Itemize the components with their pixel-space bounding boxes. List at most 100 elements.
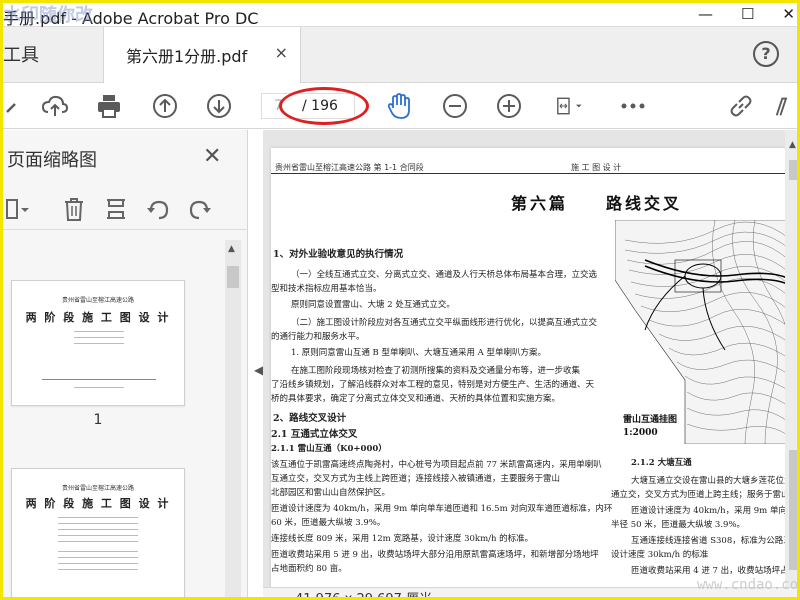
page-thumbnail[interactable]: 贵州省雷山至榕江高速公路 两 阶 段 施 工 图 设 计 (11, 280, 185, 406)
thumbnail-line (58, 529, 138, 530)
fit-page-icon[interactable] (547, 91, 591, 121)
zoom-in-icon[interactable] (493, 91, 525, 121)
highlight-oval-annotation (279, 87, 369, 125)
rotate-ccw-icon[interactable] (143, 194, 173, 224)
thumbnail-line (74, 343, 124, 344)
scroll-thumb[interactable] (789, 160, 797, 180)
window-controls: — ☐ ✕ (698, 5, 795, 23)
paragraph: 原则同意设置雷山、大塘 2 处互通式立交。 (291, 300, 455, 310)
section-heading: 2.1 互通式立体交叉 (271, 429, 358, 440)
rotate-cw-icon[interactable] (185, 194, 215, 224)
page-thumbnail[interactable]: 贵州省雷山至榕江高速公路 两 阶 段 施 工 图 设 计 (11, 468, 185, 597)
watermark-bottom: www.cndao.com (697, 577, 800, 593)
thumbnail-text: 贵州省雷山至榕江高速公路 (61, 297, 134, 304)
header-right: 施 工 图 设 计 (571, 163, 622, 172)
document-view[interactable]: 贵州省雷山至榕江高速公路 第 1-1 合同段 施 工 图 设 计 第六篇 路线交… (263, 130, 797, 597)
paragraph: 桥的具体要求，确定了分离式立体交叉和通道、天桥的具体位置和实施方案。 (271, 394, 561, 404)
previous-page-icon[interactable] (149, 91, 181, 121)
tab-tools[interactable]: 工具 (3, 41, 39, 67)
thumbnail-text: 贵州省雷山至榕江高速公路 (61, 485, 134, 492)
paragraph: 互通立交，交叉方式为主线上跨匝道；连接线接入被镇通道，主要服务于雷山 (271, 474, 561, 484)
document-scrollbar[interactable]: ▲ (785, 130, 797, 597)
section-heading: 2.1.2 大塘互通 (631, 458, 692, 468)
pdf-page: 贵州省雷山至榕江高速公路 第 1-1 合同段 施 工 图 设 计 第六篇 路线交… (271, 148, 791, 588)
tab-close-icon[interactable]: × (275, 43, 288, 62)
title-bar: 手册.pdf - Adobe Acrobat Pro DC 水印随你改 — ☐ … (3, 3, 797, 28)
page-dimensions: 41.976 x 29.697 厘米 (295, 592, 433, 600)
paragraph: 连接线长度 809 米，采用 12m 宽路基，设计速度 30km/h 的标准。 (271, 534, 534, 544)
zoom-out-icon[interactable] (439, 91, 471, 121)
thumbnail-line (58, 541, 138, 542)
thumbnail-list: 贵州省雷山至榕江高速公路 两 阶 段 施 工 图 设 计 1 贵州省雷山至榕江高… (3, 240, 225, 597)
next-page-icon[interactable] (203, 91, 235, 121)
paragraph: 匝道设计速度为 40km/h，采用 9m 单向单车道匝道和 16.5m 对向双车… (271, 504, 613, 514)
close-window-button[interactable]: ✕ (782, 5, 795, 23)
cloud-upload-icon[interactable] (39, 91, 71, 121)
paragraph: （一）全线互通式立交、分离式立交、通道及人行天桥总体布局基本合理，立交选 (291, 270, 598, 280)
paragraph: 60 米，匝道最大纵坡 3.9%。 (271, 518, 386, 528)
panel-close-icon[interactable]: ✕ (203, 144, 221, 169)
sign-icon[interactable] (773, 91, 797, 121)
section-heading: 2.1.1 雷山互通（K0+000） (271, 444, 387, 454)
thumbnail-line (58, 557, 138, 558)
scroll-thumb[interactable] (227, 266, 239, 288)
thumbnail-scrollbar[interactable]: ▲ (225, 240, 241, 597)
thumbnail-page-number: 1 (93, 412, 103, 428)
paragraph: 占地面积约 80 亩。 (271, 564, 347, 574)
insert-page-icon[interactable] (101, 194, 131, 224)
thumbnail-toolbar (3, 190, 248, 230)
thumbnail-line (58, 517, 138, 518)
help-icon[interactable]: ? (753, 41, 779, 67)
paragraph: 1. 原则同意雷山互通 B 型单喇叭、大塘互通采用 A 型单喇叭方案。 (291, 348, 547, 358)
chapter-title: 第六篇 路线交叉 (511, 194, 683, 213)
paragraph: 在施工图阶段现场核对检查了初测所搜集的资料及交通量分布等，进一步收集 (291, 366, 581, 376)
paragraph: 了沿线乡镇规划，了解沿线群众对本工程的意见，特别是对方便生产、生活的通道、天 (271, 380, 595, 390)
section-heading: 2、路线交叉设计 (273, 413, 347, 424)
paragraph: 的通行能力和服务水平。 (271, 332, 365, 342)
paragraph: 互通连接线连接省道 S308，标准为公路三级， (631, 536, 791, 546)
page-thumbnails-panel: 页面缩略图 ✕ 贵州省雷山至榕江高速公路 两 阶 段 施 工 图 设 计 1 贵… (3, 130, 248, 597)
thumbnail-line (74, 331, 124, 332)
delete-page-icon[interactable] (59, 194, 89, 224)
paragraph: 大塘互通立交设在雷山县的大塘乡莲花位置，中 (631, 476, 791, 486)
map-caption-scale: 1:2000 (623, 428, 658, 438)
main-toolbar: 7 / 196 (3, 83, 797, 129)
scroll-up-arrow-icon[interactable]: ▲ (228, 244, 235, 254)
options-menu-icon[interactable] (3, 194, 33, 224)
panel-title: 页面缩略图 (7, 150, 97, 171)
minimize-button[interactable]: — (698, 5, 713, 23)
print-icon[interactable] (93, 91, 125, 121)
tab-document-label: 第六册1分册.pdf (126, 47, 248, 66)
scroll-up-arrow-icon[interactable]: ▲ (789, 140, 796, 150)
tab-bar: 工具 第六册1分册.pdf × ? (3, 27, 797, 83)
page-header: 贵州省雷山至榕江高速公路 第 1-1 合同段 施 工 图 设 计 (271, 162, 791, 174)
paragraph: 北部园区和雷山山自然保护区。 (271, 488, 391, 498)
hand-tool-icon[interactable] (383, 91, 415, 121)
thumbnail-line (58, 569, 138, 570)
thumbnail-title: 两 阶 段 施 工 图 设 计 (25, 497, 171, 510)
paragraph: 型和技术指标应用基本恰当。 (271, 284, 382, 294)
tab-document[interactable]: 第六册1分册.pdf × (103, 27, 301, 83)
paragraph: 匝道收费站采用 4 进 7 出，收费站场坪占地面积 (631, 566, 791, 576)
thumbnail-line (58, 563, 138, 564)
header-left: 贵州省雷山至榕江高速公路 第 1-1 合同段 (275, 163, 424, 172)
paragraph: 设计速度 30km/h 的标准 (611, 550, 709, 560)
share-link-icon[interactable] (725, 91, 757, 121)
watermark-top: 水印随你改 (3, 5, 93, 26)
more-tools-icon[interactable] (617, 91, 649, 121)
paragraph: 该互通位于凯雷高速终点陶尧村，中心桩号为项目起点前 77 米凯雷高速内，采用单喇… (271, 460, 602, 470)
acrobat-window: 手册.pdf - Adobe Acrobat Pro DC 水印随你改 — ☐ … (0, 0, 800, 600)
partial-tool-icon[interactable] (3, 91, 35, 121)
thumbnail-line (58, 535, 138, 536)
paragraph: （二）施工图设计阶段应对各互通式立交平纵面线形进行优化，以提高互通式立交 (291, 318, 598, 328)
thumbnail-line (58, 523, 138, 524)
thumbnail-line (74, 387, 124, 388)
paragraph: 匝道设计速度为 40km/h，采用 9m 单向单车道匝 (631, 506, 791, 516)
collapse-panel-icon[interactable]: ◀ (254, 363, 263, 377)
thumbnail-line (42, 379, 156, 380)
thumbnail-title: 两 阶 段 施 工 图 设 计 (25, 311, 171, 324)
thumbnail-line (74, 337, 124, 338)
paragraph: 匝道收费站采用 5 进 9 出，收费站场坪大部分沿用原凯雷高速场坪，和新增部分场… (271, 550, 599, 560)
maximize-button[interactable]: ☐ (741, 5, 754, 23)
thumbnail-line (58, 551, 138, 552)
